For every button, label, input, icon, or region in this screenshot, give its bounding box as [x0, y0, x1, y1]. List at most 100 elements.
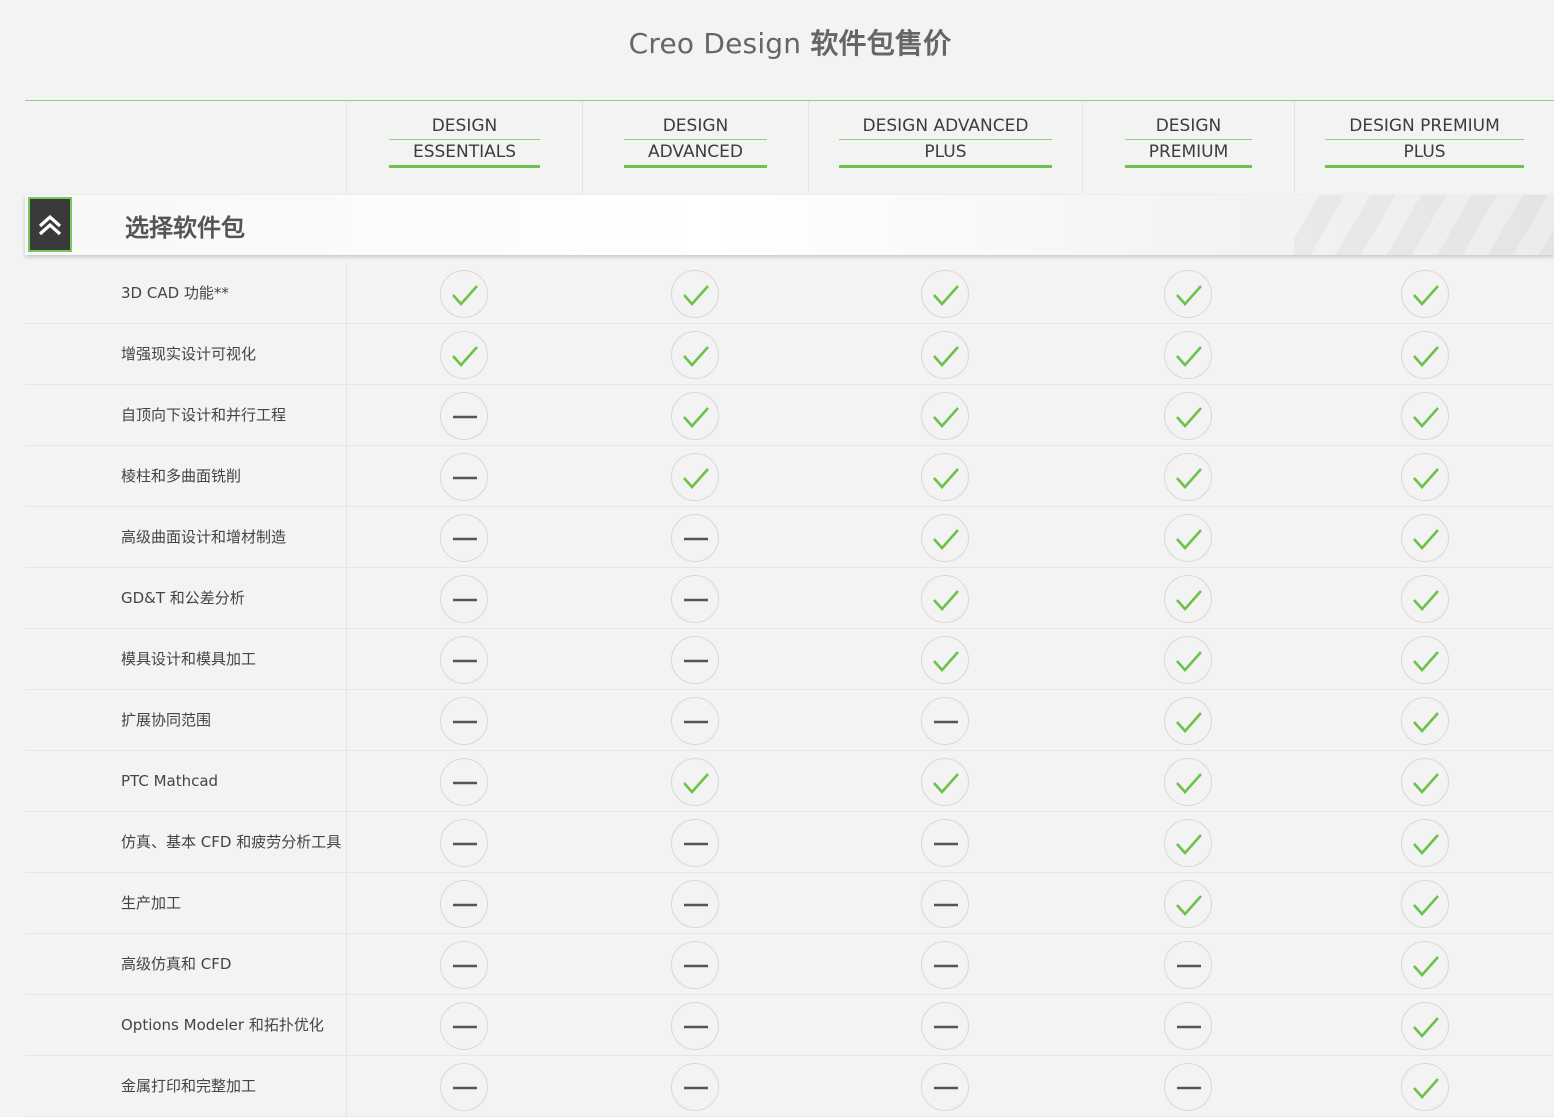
check-icon [921, 270, 969, 318]
check-icon [1164, 392, 1212, 440]
check-icon [1164, 880, 1212, 928]
check-icon [440, 270, 488, 318]
dash-icon [440, 941, 488, 989]
page-title: Creo Design 软件包售价 [0, 22, 1554, 62]
column-link-design-premium-plus[interactable]: DESIGN PREMIUM PLUS [1325, 114, 1524, 168]
dash-icon [440, 697, 488, 745]
dash-icon [1164, 941, 1212, 989]
check-icon [1401, 880, 1449, 928]
dash-icon [671, 697, 719, 745]
check-icon [671, 758, 719, 806]
table-row: 高级仿真和 CFD [25, 934, 1554, 995]
dash-icon [440, 392, 488, 440]
feature-label: 模具设计和模具加工 [121, 650, 257, 668]
check-icon [1401, 1063, 1449, 1111]
check-icon [671, 392, 719, 440]
dash-icon [671, 941, 719, 989]
collapse-button[interactable] [28, 197, 72, 252]
check-icon [921, 392, 969, 440]
section-header-select-package[interactable]: 选择软件包 [25, 195, 1554, 255]
feature-label: 生产加工 [121, 894, 182, 912]
dash-icon [671, 880, 719, 928]
check-icon [921, 758, 969, 806]
table-row: 仿真、基本 CFD 和疲劳分析工具 [25, 812, 1554, 873]
check-icon [1164, 758, 1212, 806]
check-icon [1401, 575, 1449, 623]
check-icon [1401, 1002, 1449, 1050]
column-label-line1: DESIGN PREMIUM [1325, 114, 1524, 140]
check-icon [1401, 453, 1449, 501]
check-icon [1401, 941, 1449, 989]
dash-icon [1164, 1002, 1212, 1050]
table-row: PTC Mathcad [25, 751, 1554, 812]
row-divider [346, 324, 347, 384]
row-divider [346, 873, 347, 933]
dash-icon [440, 1063, 488, 1111]
row-divider [346, 385, 347, 445]
check-icon [1164, 331, 1212, 379]
dash-icon [921, 941, 969, 989]
feature-label: 高级仿真和 CFD [121, 955, 232, 973]
dash-icon [1164, 1063, 1212, 1111]
table-row: 模具设计和模具加工 [25, 629, 1554, 690]
row-divider [346, 751, 347, 811]
dash-icon [671, 514, 719, 562]
column-label-line1: DESIGN [1124, 114, 1253, 140]
dash-icon [671, 1002, 719, 1050]
dash-icon [921, 697, 969, 745]
dash-icon [440, 1002, 488, 1050]
column-label-line1: DESIGN [388, 114, 541, 140]
column-header-design-advanced-plus: DESIGN ADVANCED PLUS [808, 101, 1082, 193]
dash-icon [921, 1063, 969, 1111]
check-icon [1401, 758, 1449, 806]
check-icon [921, 636, 969, 684]
column-header-design-premium-plus: DESIGN PREMIUM PLUS [1294, 101, 1554, 193]
check-icon [1401, 697, 1449, 745]
row-divider [346, 629, 347, 689]
dash-icon [921, 1002, 969, 1050]
check-icon [1401, 270, 1449, 318]
chevron-double-up-icon [38, 214, 62, 235]
dash-icon [440, 575, 488, 623]
feature-label: PTC Mathcad [121, 772, 219, 790]
row-divider [346, 1056, 347, 1116]
dash-icon [671, 575, 719, 623]
column-label-line2: PLUS [924, 142, 967, 162]
feature-label: GD&T 和公差分析 [121, 589, 245, 607]
row-divider [346, 568, 347, 628]
dash-icon [440, 636, 488, 684]
dash-icon [440, 514, 488, 562]
section-title: 选择软件包 [125, 214, 245, 242]
check-icon [921, 514, 969, 562]
feature-label: 扩展协同范围 [121, 711, 212, 729]
dash-icon [440, 880, 488, 928]
table-row: 增强现实设计可视化 [25, 324, 1554, 385]
table-row: 3D CAD 功能** [25, 263, 1554, 324]
column-link-design-advanced-plus[interactable]: DESIGN ADVANCED PLUS [838, 114, 1053, 168]
check-icon [921, 453, 969, 501]
check-icon [921, 575, 969, 623]
row-divider [346, 507, 347, 567]
column-label-line2: ADVANCED [647, 142, 743, 162]
column-label-line2: PLUS [1403, 142, 1446, 162]
table-row: 高级曲面设计和增材制造 [25, 507, 1554, 568]
check-icon [1401, 392, 1449, 440]
table-row: 金属打印和完整加工 [25, 1056, 1554, 1117]
feature-label: Options Modeler 和拓扑优化 [121, 1016, 324, 1034]
table-row: 生产加工 [25, 873, 1554, 934]
column-link-design-premium[interactable]: DESIGN PREMIUM [1124, 114, 1253, 168]
column-label-line2: ESSENTIALS [412, 142, 517, 162]
check-icon [1164, 453, 1212, 501]
column-link-design-advanced[interactable]: DESIGN ADVANCED [623, 114, 767, 168]
row-divider [346, 934, 347, 994]
check-icon [1164, 270, 1212, 318]
dash-icon [671, 636, 719, 684]
page-title-main: Creo Design [628, 27, 802, 60]
row-divider [346, 446, 347, 506]
feature-label: 自顶向下设计和并行工程 [121, 406, 287, 424]
check-icon [671, 453, 719, 501]
column-link-design-essentials[interactable]: DESIGN ESSENTIALS [388, 114, 541, 168]
dash-icon [671, 1063, 719, 1111]
check-icon [1401, 636, 1449, 684]
feature-label: 3D CAD 功能** [121, 284, 229, 302]
